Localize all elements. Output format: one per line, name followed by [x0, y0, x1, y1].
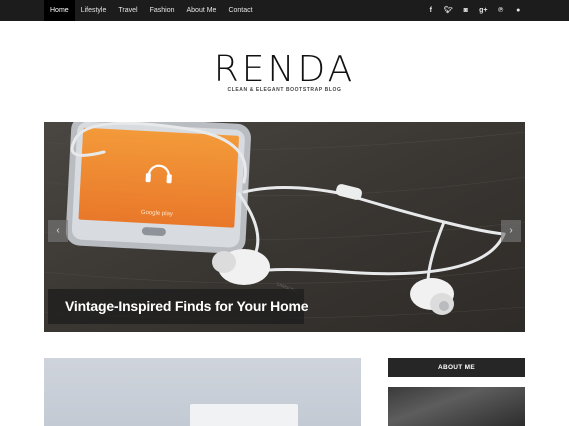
about-me-image: [388, 387, 525, 426]
slide-caption[interactable]: Vintage-Inspired Finds for Your Home: [48, 289, 308, 324]
nav-item-contact[interactable]: Contact: [222, 0, 258, 21]
logo-tagline: CLEAN & ELEGANT BOOTSTRAP BLOG: [227, 87, 342, 93]
blog-icon[interactable]: ●: [510, 0, 528, 21]
post-thumbnail[interactable]: [44, 358, 361, 426]
google-plus-icon[interactable]: g+: [475, 0, 493, 21]
social-links: f 🐦︎ ◙ g+ ℗ ●: [422, 0, 527, 21]
nav-item-fashion[interactable]: Fashion: [144, 0, 181, 21]
logo-title[interactable]: RENDA: [0, 50, 569, 90]
instagram-icon[interactable]: ◙: [457, 0, 475, 21]
facebook-icon[interactable]: f: [422, 0, 440, 21]
nav-item-lifestyle[interactable]: Lifestyle: [75, 0, 113, 21]
post-thumbnail-object: [190, 404, 298, 426]
nav-item-home[interactable]: Home: [44, 0, 75, 21]
main-nav: Home Lifestyle Travel Fashion About Me C…: [44, 0, 259, 21]
slider-prev-button[interactable]: ‹: [48, 220, 68, 242]
phone-illustration: Google play: [65, 122, 251, 254]
top-navbar: Home Lifestyle Travel Fashion About Me C…: [0, 0, 569, 21]
nav-item-about-me[interactable]: About Me: [180, 0, 222, 21]
nav-item-travel[interactable]: Travel: [112, 0, 143, 21]
twitter-icon[interactable]: 🐦︎: [440, 0, 458, 21]
about-me-heading: ABOUT ME: [388, 358, 525, 377]
slider-next-button[interactable]: ›: [501, 220, 521, 242]
site-logo[interactable]: RENDA CLEAN & ELEGANT BOOTSTRAP BLOG: [0, 50, 569, 94]
pinterest-icon[interactable]: ℗: [492, 0, 510, 21]
slide-caption-title[interactable]: Vintage-Inspired Finds for Your Home: [65, 298, 308, 314]
